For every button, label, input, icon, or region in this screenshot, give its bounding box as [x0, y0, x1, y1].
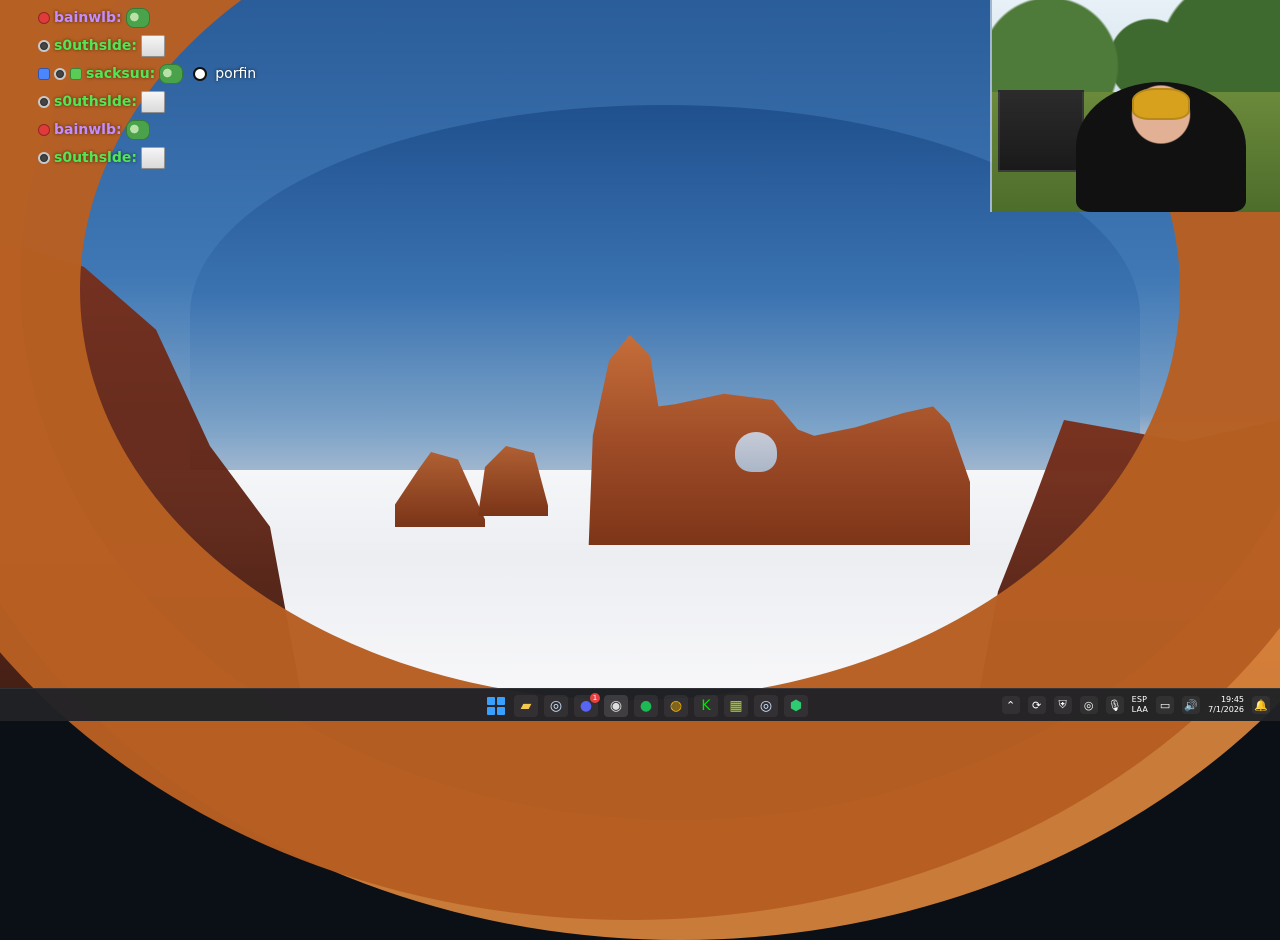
- red-dot-badge-icon: [38, 124, 50, 136]
- wide-face-emote-icon: [140, 91, 165, 113]
- chat-username: bainwlb:: [54, 122, 122, 138]
- tray-shield-button[interactable]: ⛨: [1053, 696, 1072, 714]
- chat-message: porfin: [215, 66, 257, 82]
- bell-icon: 🔔: [1254, 698, 1268, 712]
- time-text: 19:45: [1220, 695, 1244, 704]
- obs-icon: ◉: [609, 698, 623, 714]
- notification-badge: 1: [590, 693, 600, 703]
- chevron-up-icon: ⌃: [1006, 698, 1016, 712]
- grid-app-icon: ▦: [729, 698, 743, 714]
- steam-icon: ◎: [549, 698, 563, 714]
- taskbar-pinned-apps: ▰ ◎ ● 1 ◉ ● ◍ K ▦ ◎ ⬢: [484, 693, 808, 717]
- crown-badge-icon: [70, 68, 82, 80]
- volume-button[interactable]: 🔊: [1182, 696, 1201, 714]
- wide-face-emote-icon: [140, 35, 165, 57]
- app-grid-button[interactable]: ▦: [724, 695, 748, 717]
- chat-line: s0uthslde:: [38, 88, 298, 116]
- wide-face-emote-icon: [140, 147, 165, 169]
- start-button[interactable]: [484, 695, 508, 717]
- system-tray: ⌃ ⟳ ⛨ ◎ 🎙 ESP LAA ▭ 🔊 19:45 7/1/2026 �: [1001, 693, 1270, 717]
- chat-username: s0uthslde:: [54, 150, 137, 166]
- spotify-icon: ●: [639, 698, 653, 714]
- chat-username: sacksuu:: [86, 66, 156, 82]
- chat-line: bainwlb:: [38, 4, 298, 32]
- folder-icon: ▰: [520, 698, 532, 714]
- steam-button[interactable]: ◎: [544, 695, 568, 717]
- chat-line: s0uthslde:: [38, 144, 298, 172]
- mouse-cursor-icon: [193, 67, 208, 81]
- windows-logo-icon: [487, 697, 505, 715]
- date-text: 7/1/2026: [1208, 705, 1244, 714]
- sync-icon: ⟳: [1032, 698, 1042, 712]
- green-app-icon: ⬢: [789, 698, 803, 714]
- steam-icon: ◎: [759, 698, 773, 714]
- file-explorer-button[interactable]: ▰: [514, 695, 538, 717]
- display-icon: ▭: [1159, 698, 1171, 712]
- kick-icon: K: [701, 698, 711, 714]
- tray-steam-button[interactable]: ◎: [1079, 696, 1098, 714]
- pepe-emote-icon: [125, 120, 150, 140]
- chat-line: bainwlb:: [38, 116, 298, 144]
- chat-line: s0uthslde:: [38, 32, 298, 60]
- spotify-button[interactable]: ●: [634, 695, 658, 717]
- moderator-badge-icon: [38, 96, 50, 108]
- moderator-badge-icon: [54, 68, 66, 80]
- notifications-button[interactable]: 🔔: [1252, 696, 1270, 714]
- chrome-icon: ◍: [669, 698, 683, 714]
- tray-overflow-button[interactable]: ⌃: [1001, 696, 1020, 714]
- webcam-background-monitor: [998, 90, 1084, 172]
- chrome-button[interactable]: ◍: [664, 695, 688, 717]
- display-button[interactable]: ▭: [1156, 696, 1175, 714]
- tray-app-button[interactable]: ⟳: [1027, 696, 1046, 714]
- volume-icon: 🔊: [1184, 698, 1198, 712]
- microphone-icon: 🎙: [1107, 698, 1122, 712]
- shield-icon: ⛨: [1058, 698, 1067, 711]
- green-app-button[interactable]: ⬢: [784, 695, 808, 717]
- check-badge-icon: [38, 68, 50, 80]
- microphone-button[interactable]: 🎙: [1105, 696, 1124, 714]
- discord-button[interactable]: ● 1: [574, 693, 600, 717]
- pepe-emote-icon: [159, 64, 184, 84]
- language-bottom: LAA: [1131, 705, 1149, 714]
- beanie-hat: [1132, 88, 1190, 120]
- chat-line: sacksuu: porfin: [38, 60, 298, 88]
- red-dot-badge-icon: [38, 12, 50, 24]
- chat-username: s0uthslde:: [54, 94, 137, 110]
- windows-taskbar: ▰ ◎ ● 1 ◉ ● ◍ K ▦ ◎ ⬢ ⌃ ⟳ ⛨ ◎ 🎙 ESP LAA …: [0, 688, 1280, 721]
- steam-icon: ◎: [1083, 698, 1094, 712]
- moderator-badge-icon: [38, 152, 50, 164]
- kick-button[interactable]: K: [694, 695, 718, 717]
- steam-2-button[interactable]: ◎: [754, 695, 778, 717]
- chat-username: s0uthslde:: [54, 38, 137, 54]
- moderator-badge-icon: [38, 40, 50, 52]
- obs-button[interactable]: ◉: [604, 695, 628, 717]
- chat-username: bainwlb:: [54, 10, 122, 26]
- webcam-overlay: [992, 0, 1280, 212]
- input-language[interactable]: ESP LAA: [1132, 695, 1148, 715]
- pepe-emote-icon: [125, 8, 150, 28]
- clock[interactable]: 19:45 7/1/2026: [1208, 695, 1244, 715]
- language-top: ESP: [1131, 695, 1148, 704]
- chat-overlay: bainwlb: s0uthslde: sacksuu: porfin s0ut…: [38, 4, 298, 172]
